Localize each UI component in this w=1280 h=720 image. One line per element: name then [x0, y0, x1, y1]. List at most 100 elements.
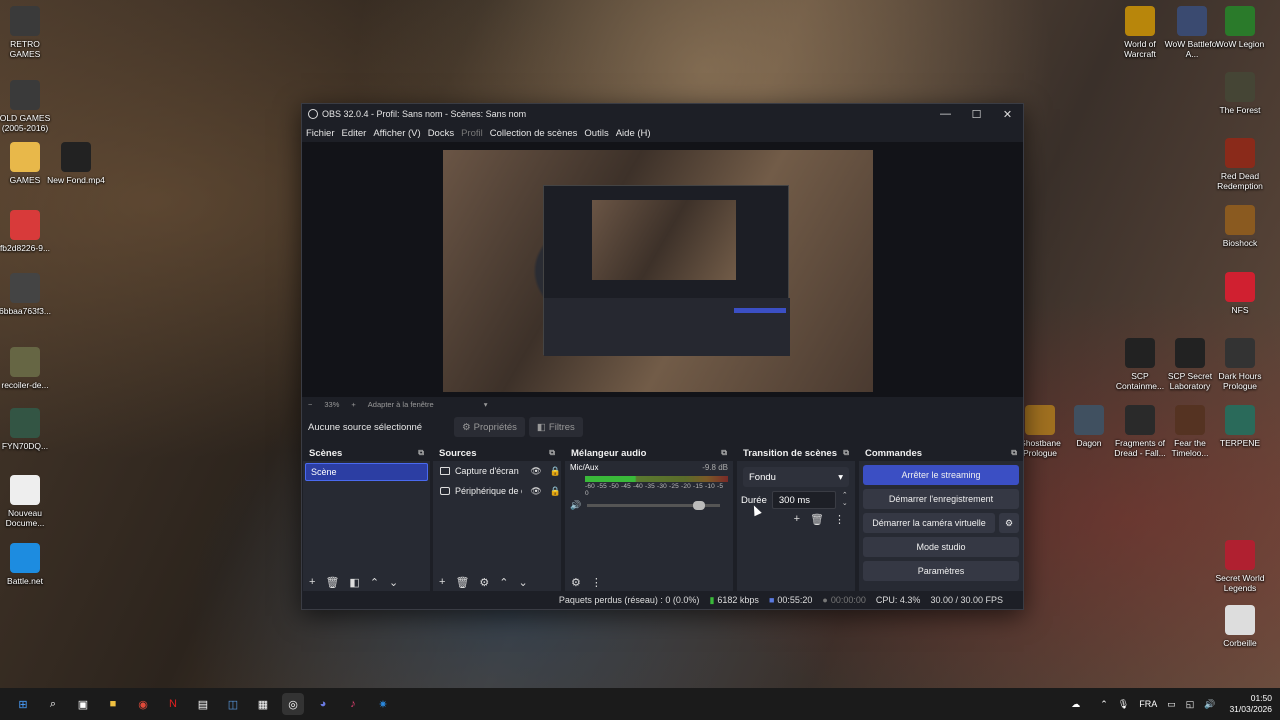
move-down-icon[interactable]: ⌄	[389, 576, 398, 589]
desktop-shortcut[interactable]: Nouveau Docume...	[0, 475, 56, 528]
move-up-icon[interactable]: ⌃	[370, 576, 379, 589]
preview-area[interactable]	[302, 142, 1023, 397]
file-explorer-icon[interactable]: ■	[102, 693, 124, 715]
scene-filter-icon[interactable]: ◧	[349, 576, 359, 589]
visibility-eye-icon[interactable]: 👁	[530, 466, 541, 477]
fit-dropdown-icon[interactable]: ▾	[484, 400, 488, 409]
desktop-shortcut[interactable]: 6bbaa763f3...	[0, 273, 56, 316]
store-icon[interactable]: ◫	[222, 693, 244, 715]
desktop-shortcut[interactable]: The Forest	[1209, 72, 1271, 115]
dock-menu-icon[interactable]: ⧉	[549, 448, 555, 458]
desktop-shortcut[interactable]: Secret World Legends	[1209, 540, 1271, 593]
zoom-in-icon[interactable]: +	[351, 400, 355, 409]
discord-icon[interactable]: ◕	[312, 693, 334, 715]
obs-logo-icon	[308, 109, 318, 119]
dock-menu-icon[interactable]: ⧉	[418, 448, 424, 458]
desktop-shortcut[interactable]: Bioshock	[1209, 205, 1271, 248]
properties-button[interactable]: ⚙ Propriétés	[454, 417, 525, 437]
search-icon[interactable]: ⌕	[42, 693, 64, 715]
image-file-icon	[10, 408, 40, 438]
lock-icon[interactable]: 🔒	[550, 486, 561, 497]
speaker-icon[interactable]: 🔊	[570, 500, 581, 511]
transition-more-icon[interactable]: ⋮	[834, 513, 845, 526]
duration-input[interactable]: 300 ms	[771, 491, 836, 509]
close-button[interactable]: ✕	[992, 104, 1023, 124]
desktop-shortcut[interactable]: WoW Legion	[1209, 6, 1271, 49]
menu-fichier[interactable]: Fichier	[306, 128, 335, 139]
desktop-shortcut[interactable]: Red Dead Redemption	[1209, 138, 1271, 191]
battlenet-taskbar-icon[interactable]: ✷	[372, 693, 394, 715]
language-indicator[interactable]: FRA	[1139, 699, 1157, 709]
display-icon[interactable]: ▭	[1167, 699, 1176, 710]
desktop-shortcut[interactable]: fb2d8226-9...	[0, 210, 56, 253]
desktop-shortcut[interactable]: RETRO GAMES	[0, 6, 56, 59]
start-virtual-camera-button[interactable]: Démarrer la caméra virtuelle	[863, 513, 995, 533]
move-down-icon[interactable]: ⌄	[519, 576, 528, 589]
minimize-button[interactable]: —	[930, 104, 961, 124]
mixer-settings-icon[interactable]: ⚙	[571, 576, 581, 589]
visibility-eye-icon[interactable]: 👁	[530, 486, 541, 497]
start-recording-button[interactable]: Démarrer l'enregistrement	[863, 489, 1019, 509]
tiktok-icon[interactable]: ♪	[342, 693, 364, 715]
title-bar[interactable]: OBS 32.0.4 - Profil: Sans nom - Scènes: …	[302, 104, 1023, 124]
scene-item[interactable]: Scène	[305, 463, 428, 481]
calculator-icon[interactable]: ▦	[252, 693, 274, 715]
clock[interactable]: 01:50 31/03/2026	[1229, 693, 1272, 715]
lock-icon[interactable]: 🔒	[550, 466, 561, 477]
menu-aide[interactable]: Aide (H)	[616, 128, 651, 139]
desktop-shortcut[interactable]: Battle.net	[0, 543, 56, 586]
menu-profil[interactable]: Profil	[461, 128, 483, 139]
app-icon[interactable]: ▤	[192, 693, 214, 715]
desktop-shortcut[interactable]: NFS	[1209, 272, 1271, 315]
remove-scene-icon[interactable]: 🗑	[325, 576, 339, 589]
menu-outils[interactable]: Outils	[584, 128, 608, 139]
start-icon[interactable]: ⊞	[12, 693, 34, 715]
mic-icon[interactable]: 🎙	[1118, 699, 1129, 710]
desktop-shortcut[interactable]: Corbeille	[1209, 605, 1271, 648]
virtual-camera-settings-icon[interactable]: ⚙	[999, 513, 1019, 533]
settings-button[interactable]: Paramètres	[863, 561, 1019, 581]
mixer-more-icon[interactable]: ⋮	[591, 576, 602, 589]
dock-menu-icon[interactable]: ⧉	[721, 448, 727, 458]
duration-spinner[interactable]: ⌃ ⌄	[842, 492, 848, 508]
move-up-icon[interactable]: ⌃	[499, 576, 508, 589]
cloud-icon[interactable]: ☁	[1071, 699, 1080, 710]
add-scene-icon[interactable]: +	[309, 576, 315, 588]
add-transition-icon[interactable]: +	[794, 513, 800, 526]
dock-menu-icon[interactable]: ⧉	[843, 448, 849, 458]
fit-window-label[interactable]: Adapter à la fenêtre	[368, 400, 434, 409]
stop-streaming-button[interactable]: Arrêter le streaming	[863, 465, 1019, 485]
source-settings-icon[interactable]: ⚙	[479, 576, 489, 589]
source-item[interactable]: Capture d'écran 👁 🔒	[433, 461, 561, 481]
desktop-shortcut[interactable]: New Fond.mp4	[45, 142, 107, 185]
menu-docks[interactable]: Docks	[428, 128, 454, 139]
volume-knob[interactable]	[693, 501, 706, 510]
desktop-shortcut[interactable]: Dark Hours Prologue	[1209, 338, 1271, 391]
source-item[interactable]: Périphérique de c 👁 🔒	[433, 481, 561, 501]
desktop-shortcut[interactable]: FYN70DQ...	[0, 408, 56, 451]
chevron-up-icon[interactable]: ⌃	[1100, 699, 1108, 710]
network-icon[interactable]: ◱	[1186, 699, 1195, 710]
dock-menu-icon[interactable]: ⧉	[1011, 448, 1017, 458]
desktop-shortcut[interactable]: OLD GAMES (2005-2016)	[0, 80, 56, 133]
remove-source-icon[interactable]: 🗑	[455, 576, 469, 589]
task-view-icon[interactable]: ▣	[72, 693, 94, 715]
transition-select[interactable]: Fondu ▾	[743, 467, 849, 487]
obs-taskbar-icon[interactable]: ◎	[282, 693, 304, 715]
netflix-icon[interactable]: N	[162, 693, 184, 715]
chrome-icon[interactable]: ◉	[132, 693, 154, 715]
menu-collection[interactable]: Collection de scènes	[490, 128, 578, 139]
menu-afficher[interactable]: Afficher (V)	[373, 128, 420, 139]
desktop-shortcut[interactable]: TERPENE	[1209, 405, 1271, 448]
obs-window[interactable]: OBS 32.0.4 - Profil: Sans nom - Scènes: …	[301, 103, 1024, 610]
remove-transition-icon[interactable]: 🗑	[810, 513, 824, 526]
maximize-button[interactable]: ☐	[961, 104, 992, 124]
filters-button[interactable]: ◧ Filtres	[528, 417, 583, 437]
desktop-shortcut[interactable]: recoiler-de...	[0, 347, 56, 390]
volume-slider[interactable]	[587, 501, 720, 510]
add-source-icon[interactable]: +	[439, 576, 445, 588]
volume-icon[interactable]: 🔊	[1204, 699, 1215, 710]
zoom-out-icon[interactable]: −	[308, 400, 312, 409]
menu-editer[interactable]: Editer	[342, 128, 367, 139]
studio-mode-button[interactable]: Mode studio	[863, 537, 1019, 557]
